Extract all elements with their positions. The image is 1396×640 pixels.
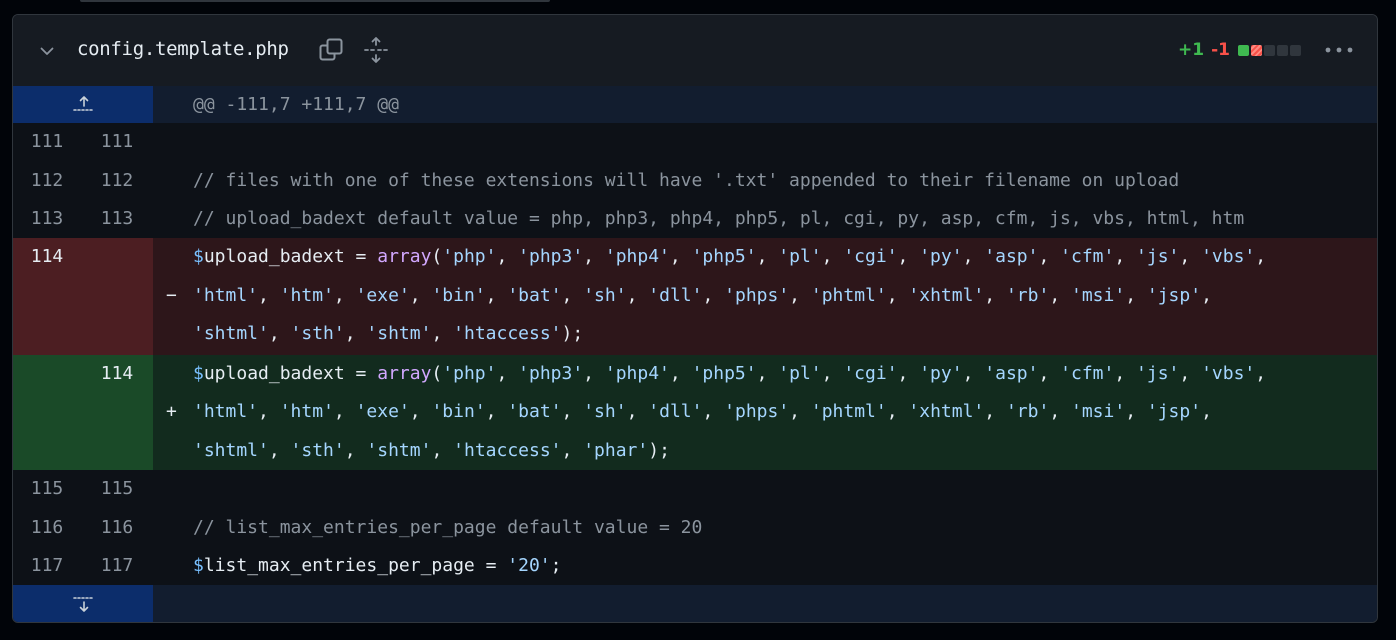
code-line-wrap: 'html', 'htm', 'exe', 'bin', 'bat', 'sh'… (193, 401, 1212, 423)
code-line-wrap: 'shtml', 'sth', 'shtm', 'htaccess'); (193, 323, 584, 344)
old-line-number[interactable]: 112 (17, 161, 77, 200)
diff-stats: +1 -1 (1178, 39, 1301, 61)
deletion-marker: − (166, 284, 177, 306)
previous-file-edge (80, 0, 550, 2)
additions-count: +1 (1178, 40, 1205, 60)
code-line: $list_max_entries_per_page = '20'; (193, 555, 562, 576)
diff-line: 111 111 (13, 123, 1377, 161)
diffstat-block-deleted (1251, 44, 1262, 56)
old-line-number[interactable]: 116 (17, 508, 77, 547)
expand-down-button[interactable] (13, 585, 153, 622)
old-line-number[interactable]: 111 (17, 123, 77, 161)
unfold-icon[interactable] (362, 36, 390, 64)
new-line-number[interactable]: 113 (87, 200, 147, 238)
diff-line: 117 117 $list_max_entries_per_page = '20'… (13, 547, 1377, 585)
new-line-number[interactable]: 115 (87, 470, 147, 508)
copy-icon[interactable] (317, 36, 345, 64)
diff-line: 112 112 // files with one of these extens… (13, 161, 1377, 200)
expand-up-icon (73, 96, 93, 111)
code-line-wrap: 'html', 'htm', 'exe', 'bin', 'bat', 'sh'… (193, 284, 1212, 306)
file-name[interactable]: config.template.php (77, 38, 289, 60)
hunk-footer-row (13, 585, 1377, 622)
code-line: $upload_badext = array('php', 'php3', 'p… (193, 246, 1267, 267)
diff-table: @@ -111,7 +111,7 @@ 111 111 112 112 // fil… (13, 86, 1377, 622)
expand-up-button[interactable] (13, 86, 153, 123)
added-line: 114 + $upload_badext = array('php', 'php… (13, 355, 1377, 470)
diffstat-block-neutral (1290, 44, 1301, 56)
code-line-wrap: 'shtml', 'sth', 'shtm', 'htaccess', 'pha… (193, 439, 670, 461)
code-line: // files with one of these extensions wi… (193, 170, 1180, 191)
deleted-line: 114 − $upload_badext = array('php', 'php… (13, 238, 1377, 355)
expand-down-icon (73, 597, 93, 612)
new-line-number[interactable]: 114 (87, 355, 147, 393)
old-line-number[interactable]: 115 (17, 470, 77, 508)
code-line: // upload_badext default value = php, ph… (193, 208, 1245, 229)
diff-line: 116 116 // list_max_entries_per_page defa… (13, 508, 1377, 547)
code-line: $upload_badext = array('php', 'php3', 'p… (193, 363, 1267, 384)
kebab-horizontal-icon[interactable] (1323, 35, 1355, 65)
chevron-down-icon[interactable] (37, 41, 57, 61)
old-line-number[interactable]: 117 (17, 547, 77, 585)
old-line-number[interactable]: 114 (17, 238, 77, 277)
new-line-number[interactable]: 117 (87, 547, 147, 585)
hunk-header-row: @@ -111,7 +111,7 @@ (13, 86, 1377, 123)
file-header: config.template.php +1 -1 (13, 15, 1377, 87)
old-line-number[interactable]: 113 (17, 200, 77, 238)
diff-line: 113 113 // upload_badext default value = … (13, 200, 1377, 238)
diffstat-blocks (1238, 44, 1301, 56)
new-line-number[interactable]: 116 (87, 508, 147, 547)
diffstat-block-neutral (1264, 44, 1275, 56)
diffstat-block-added (1238, 44, 1249, 56)
diff-line: 115 115 (13, 470, 1377, 508)
hunk-header: @@ -111,7 +111,7 @@ (193, 94, 399, 115)
new-line-number[interactable]: 111 (87, 123, 147, 161)
deletions-count: -1 (1211, 40, 1230, 60)
new-line-number[interactable]: 112 (87, 161, 147, 200)
diff-file-container: config.template.php +1 -1 @@ -111,7 +111… (12, 14, 1378, 623)
diffstat-block-neutral (1277, 44, 1288, 56)
addition-marker: + (166, 401, 177, 423)
code-line: // list_max_entries_per_page default val… (193, 517, 703, 538)
